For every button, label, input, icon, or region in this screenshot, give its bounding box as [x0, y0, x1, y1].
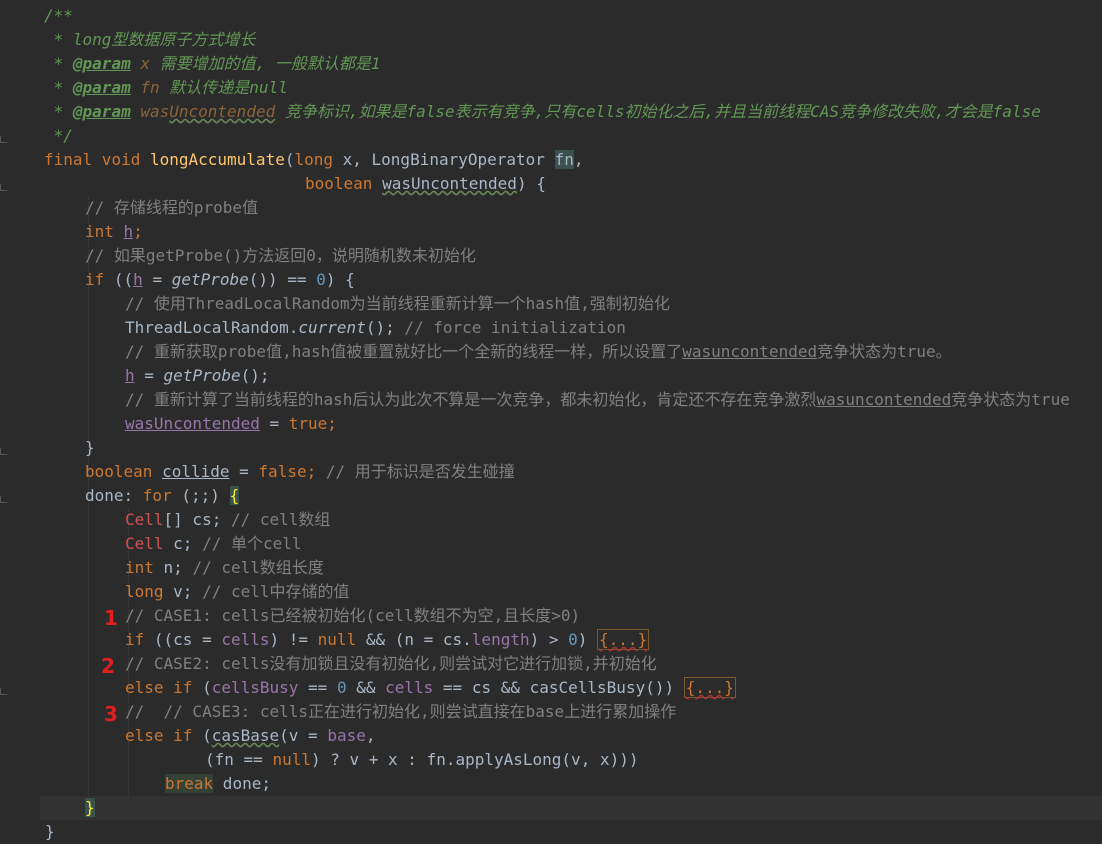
fold-marker-icon[interactable] [0, 184, 8, 192]
code-line: int n; // cell数组长度 [125, 558, 324, 577]
code-line: * long型数据原子方式增长 [44, 30, 256, 49]
code-line: // 使用ThreadLocalRandom为当前线程重新计算一个hash值,强… [125, 294, 670, 313]
code-line: break done; [165, 774, 271, 793]
editor-gutter[interactable] [0, 0, 40, 835]
fold-marker-icon[interactable] [0, 448, 8, 456]
fold-marker-icon[interactable] [0, 496, 8, 504]
code-line: h = getProbe(); [125, 366, 270, 385]
code-line: int h; [85, 222, 143, 241]
code-line: Cell c; // 单个cell [125, 534, 302, 553]
code-line: * @param x 需要增加的值, 一般默认都是1 [44, 54, 381, 73]
code-line: // CASE2: cells没有加锁且没有初始化,则尝试对它进行加锁,并初始化 [125, 654, 657, 673]
code-line: done: for (;;) { [85, 486, 240, 505]
code-line: * @param fn 默认传递是null [44, 78, 288, 97]
code-line: if ((h = getProbe()) == 0) { [85, 270, 355, 289]
code-line: boolean collide = false; // 用于标识是否发生碰撞 [85, 462, 515, 481]
code-line: Cell[] cs; // cell数组 [125, 510, 331, 529]
code-line: else if (casBase(v = base, [125, 726, 376, 745]
code-line: /** [44, 6, 73, 25]
current-line-highlight [40, 796, 1102, 820]
method-signature: final void longAccumulate(long x, LongBi… [44, 150, 584, 169]
code-line: */ [44, 126, 73, 145]
code-line: // 如果getProbe()方法返回0，说明随机数未初始化 [85, 246, 476, 265]
code-line: } [85, 438, 95, 457]
folded-block[interactable]: {...} [597, 629, 650, 650]
code-line: // // CASE3: cells正在进行初始化,则尝试直接在base上进行累… [125, 702, 677, 721]
fold-marker-icon[interactable] [0, 688, 8, 696]
code-line: // 存储线程的probe值 [85, 198, 259, 217]
code-editor[interactable]: /** * long型数据原子方式增长 * @param x 需要增加的值, 一… [0, 0, 1102, 841]
code-line: } [85, 798, 95, 817]
code-line: } [45, 822, 55, 841]
case-marker-1: 1 [104, 606, 118, 630]
code-line: long v; // cell中存储的值 [125, 582, 350, 601]
code-line: boolean wasUncontended) { [305, 174, 546, 193]
case-marker-2: 2 [101, 654, 115, 678]
code-line: wasUncontended = true; [125, 414, 337, 433]
fold-marker-icon[interactable] [0, 136, 8, 144]
code-line: // 重新计算了当前线程的hash后认为此次不算是一次竞争，都未初始化，肯定还不… [125, 390, 1070, 409]
code-line: (fn == null) ? v + x : fn.applyAsLong(v,… [205, 750, 639, 769]
code-line: ThreadLocalRandom.current(); // force in… [125, 318, 626, 337]
code-line: else if (cellsBusy == 0 && cells == cs &… [125, 677, 736, 698]
code-line: // CASE1: cells已经被初始化(cell数组不为空,且长度>0) [125, 606, 581, 625]
case-marker-3: 3 [104, 702, 118, 726]
code-line: // 重新获取probe值,hash值被重置就好比一个全新的线程一样，所以设置了… [125, 342, 952, 361]
code-line: * @param wasUncontended 竞争标识,如果是false表示有… [44, 102, 1041, 121]
code-line: if ((cs = cells) != null && (n = cs.leng… [125, 629, 650, 650]
folded-block[interactable]: {...} [683, 677, 736, 698]
